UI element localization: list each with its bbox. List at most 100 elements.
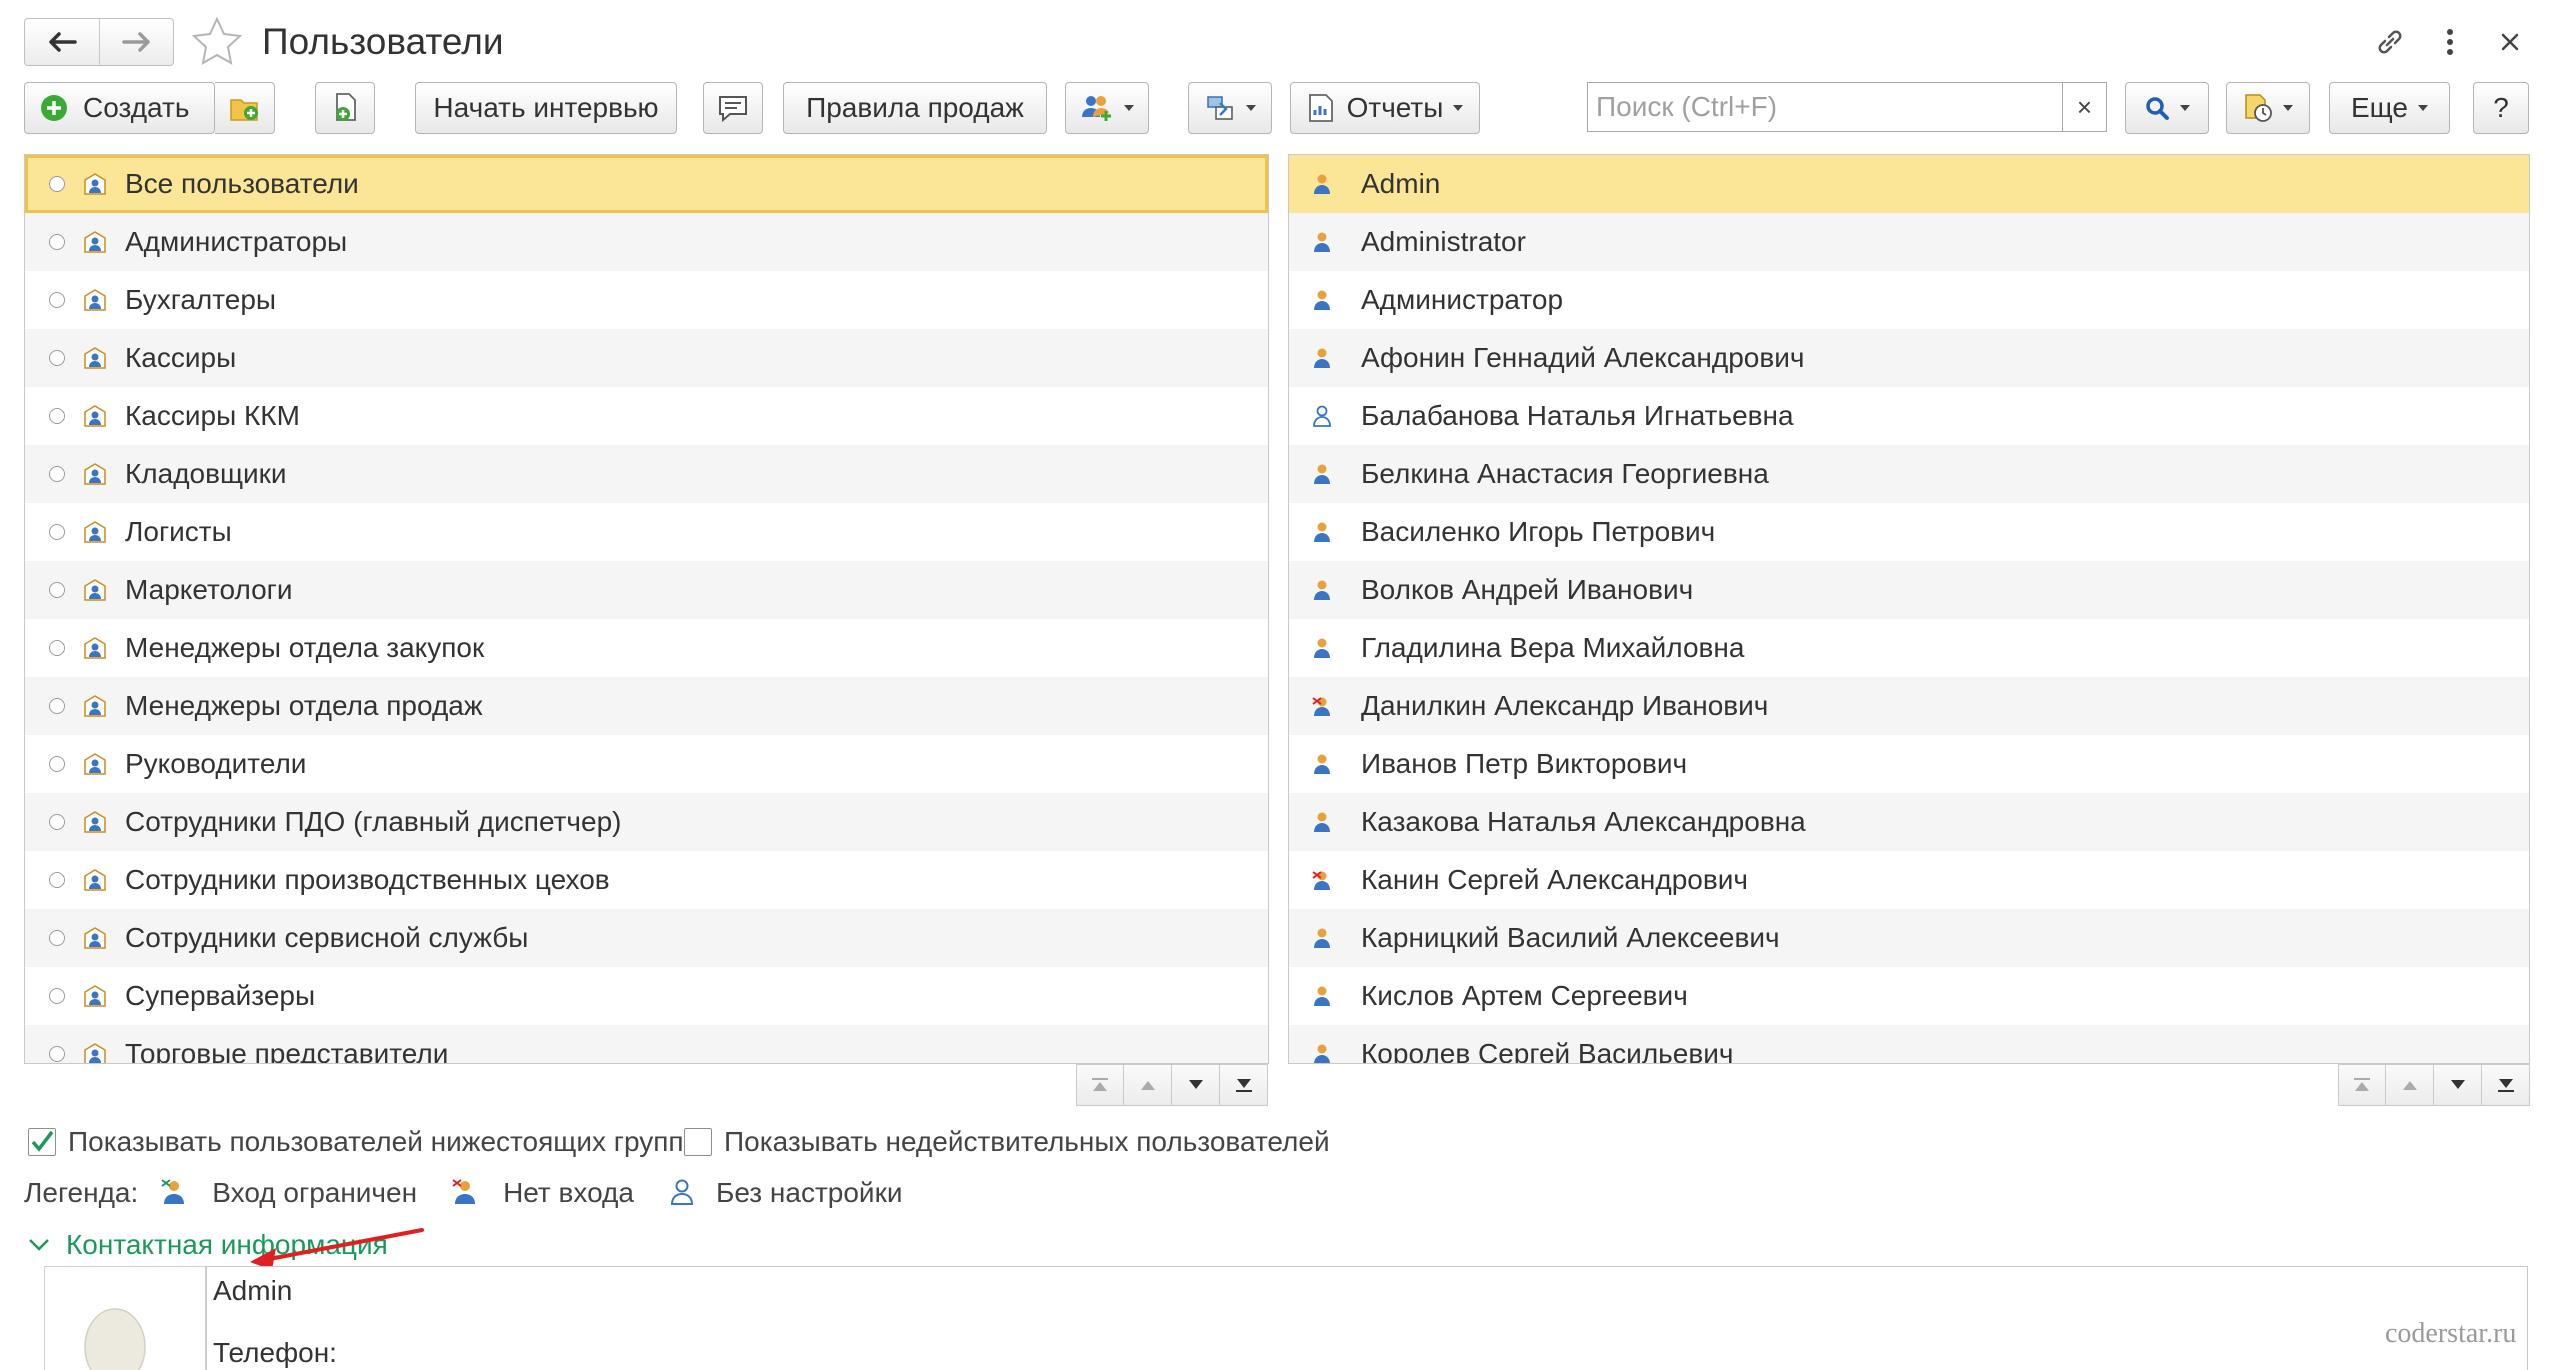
exchange-icon [1207, 96, 1233, 120]
group-row[interactable]: Торговые представители [25, 1025, 1268, 1063]
group-row[interactable]: Все пользователи [25, 155, 1268, 213]
history-dropdown[interactable] [2226, 82, 2310, 134]
radio-button[interactable] [49, 582, 65, 598]
user-row[interactable]: Administrator [1289, 213, 2529, 271]
user-row[interactable]: Admin [1289, 155, 2529, 213]
search-input[interactable] [1588, 83, 2062, 131]
group-row[interactable]: Администраторы [25, 213, 1268, 271]
group-row[interactable]: Менеджеры отдела закупок [25, 619, 1268, 677]
user-row[interactable]: Данилкин Александр Иванович [1289, 677, 2529, 735]
radio-button[interactable] [49, 872, 65, 888]
group-row[interactable]: Логисты [25, 503, 1268, 561]
search-clear-button[interactable]: × [2062, 83, 2106, 131]
add-folder-icon [229, 99, 258, 121]
scroll-bottom-button[interactable] [1220, 1064, 1268, 1106]
panel-splitter[interactable] [1274, 154, 1284, 1064]
user-row[interactable]: Казакова Наталья Александровна [1289, 793, 2529, 851]
more-button[interactable]: Еще [2329, 82, 2450, 134]
user-row[interactable]: Королев Сергей Васильевич [1289, 1025, 2529, 1063]
radio-button[interactable] [49, 930, 65, 946]
user-row[interactable]: Канин Сергей Александрович [1289, 851, 2529, 909]
user-row[interactable]: Гладилина Вера Михайловна [1289, 619, 2529, 677]
user-row[interactable]: Белкина Анастасия Георгиевна [1289, 445, 2529, 503]
create-group-button[interactable] [215, 82, 275, 134]
radio-button[interactable] [49, 176, 65, 192]
radio-button[interactable] [49, 292, 65, 308]
forward-button[interactable] [99, 19, 173, 65]
close-button[interactable] [2488, 20, 2532, 64]
search-options-dropdown[interactable] [2125, 82, 2209, 134]
user-label: Волков Андрей Иванович [1361, 574, 1694, 605]
group-row[interactable]: Менеджеры отдела продаж [25, 677, 1268, 735]
group-row[interactable]: Маркетологи [25, 561, 1268, 619]
group-row[interactable]: Супервайзеры [25, 967, 1268, 1025]
group-row[interactable]: Бухгалтеры [25, 271, 1268, 329]
user-group-icon [84, 753, 106, 775]
groups-scroll-buttons [1076, 1064, 1268, 1106]
link-button[interactable] [2368, 20, 2412, 64]
user-row[interactable]: Карницкий Василий Алексеевич [1289, 909, 2529, 967]
help-button[interactable]: ? [2473, 82, 2529, 134]
radio-button[interactable] [49, 756, 65, 772]
users-actions-dropdown[interactable] [1065, 82, 1149, 134]
user-row[interactable]: Афонин Геннадий Александрович [1289, 329, 2529, 387]
user-row[interactable]: Василенко Игорь Петрович [1289, 503, 2529, 561]
chevron-down-icon [2283, 105, 2293, 111]
back-button[interactable] [25, 19, 99, 65]
copy-button[interactable] [315, 82, 375, 134]
group-label: Менеджеры отдела продаж [125, 690, 483, 721]
scroll-up-button[interactable] [2386, 1064, 2434, 1106]
radio-button[interactable] [49, 698, 65, 714]
user-row[interactable]: Иванов Петр Викторович [1289, 735, 2529, 793]
user-group-icon [84, 231, 106, 253]
user-row[interactable]: Волков Андрей Иванович [1289, 561, 2529, 619]
user-label: Данилкин Александр Иванович [1361, 690, 1769, 721]
group-row[interactable]: Кассиры [25, 329, 1268, 387]
group-row[interactable]: Кладовщики [25, 445, 1268, 503]
reports-dropdown[interactable]: Отчеты [1290, 82, 1480, 134]
show-invalid-users-checkbox[interactable] [684, 1128, 712, 1156]
scroll-up-button[interactable] [1124, 1064, 1172, 1106]
users-scroll-buttons [2338, 1064, 2530, 1106]
scroll-top-button[interactable] [2338, 1064, 2386, 1106]
message-button[interactable] [703, 82, 763, 134]
group-row[interactable]: Сотрудники сервисной службы [25, 909, 1268, 967]
show-invalid-users-option[interactable]: Показывать недействительных пользователе… [684, 1122, 1330, 1162]
user-no-login-icon [1312, 696, 1331, 717]
user-row[interactable]: Кислов Артем Сергеевич [1289, 967, 2529, 1025]
group-row[interactable]: Руководители [25, 735, 1268, 793]
scroll-down-button[interactable] [1172, 1064, 1220, 1106]
group-row[interactable]: Сотрудники ПДО (главный диспетчер) [25, 793, 1268, 851]
user-silhouette-icon [84, 1308, 146, 1370]
radio-button[interactable] [49, 524, 65, 540]
radio-button[interactable] [49, 814, 65, 830]
radio-button[interactable] [49, 408, 65, 424]
radio-button[interactable] [49, 1046, 65, 1062]
create-button[interactable]: Создать [24, 82, 215, 134]
users-add-icon [1082, 96, 1111, 121]
user-group-icon [84, 695, 106, 717]
more-menu-button[interactable] [2428, 20, 2472, 64]
group-row[interactable]: Сотрудники производственных цехов [25, 851, 1268, 909]
group-row[interactable]: Кассиры ККМ [25, 387, 1268, 445]
print-exchange-dropdown[interactable] [1188, 82, 1272, 134]
arrow-right-icon [121, 32, 150, 52]
sales-rules-button[interactable]: Правила продаж [783, 82, 1047, 134]
scroll-bottom-button[interactable] [2482, 1064, 2530, 1106]
radio-button[interactable] [49, 350, 65, 366]
group-label: Кассиры [125, 342, 237, 373]
checkmark-icon [31, 1130, 54, 1152]
start-interview-button[interactable]: Начать интервью [415, 82, 677, 134]
scroll-top-button[interactable] [1076, 1064, 1124, 1106]
show-subgroup-users-option[interactable]: Показывать пользователей нижестоящих гру… [28, 1122, 684, 1162]
show-subgroup-users-checkbox[interactable] [28, 1128, 56, 1156]
user-row[interactable]: Балабанова Наталья Игнатьевна [1289, 387, 2529, 445]
radio-button[interactable] [49, 466, 65, 482]
radio-button[interactable] [49, 640, 65, 656]
contact-phone-label: Телефон: [213, 1337, 337, 1368]
scroll-down-button[interactable] [2434, 1064, 2482, 1106]
radio-button[interactable] [49, 988, 65, 1004]
user-row[interactable]: Администратор [1289, 271, 2529, 329]
radio-button[interactable] [49, 234, 65, 250]
favorite-star-button[interactable] [190, 16, 244, 73]
